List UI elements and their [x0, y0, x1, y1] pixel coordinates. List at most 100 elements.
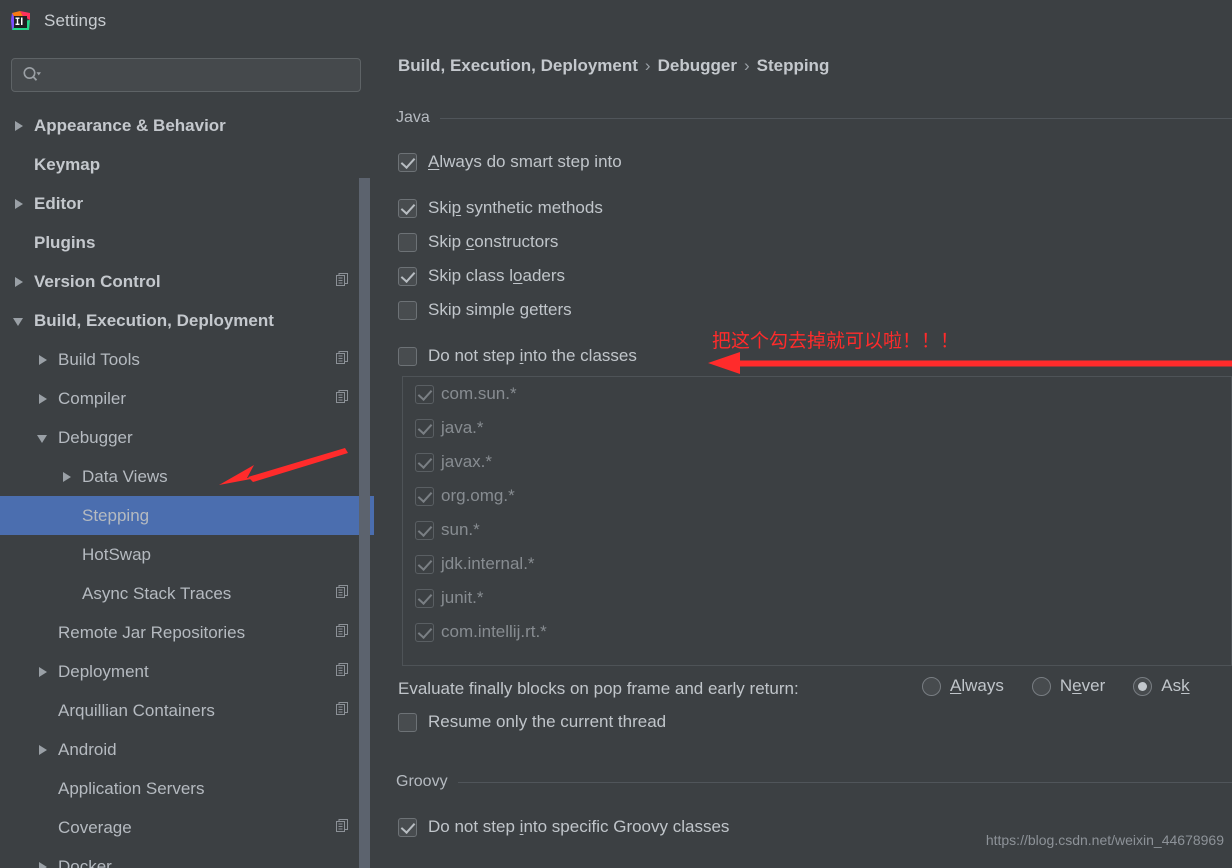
checkbox-box[interactable]: [398, 198, 417, 218]
project-scope-icon: [336, 623, 350, 643]
checkbox-box[interactable]: [415, 486, 434, 506]
chevron-right-icon[interactable]: [36, 859, 52, 868]
chevron-right-icon[interactable]: [36, 664, 52, 680]
search-box[interactable]: [11, 58, 361, 92]
sidebar-item-data-views[interactable]: Data Views: [0, 457, 374, 496]
sidebar-item-editor[interactable]: Editor: [0, 184, 374, 223]
sidebar-item-build-tools[interactable]: Build Tools: [0, 340, 374, 379]
checkbox-groovy-do-not-step-into[interactable]: Do not step into specific Groovy classes: [398, 817, 729, 837]
sidebar-item-coverage[interactable]: Coverage: [0, 808, 374, 847]
sidebar-item-debugger[interactable]: Debugger: [0, 418, 374, 457]
breadcrumb-part-1[interactable]: Build, Execution, Deployment: [398, 56, 638, 75]
sidebar-item-remote-jar-repositories[interactable]: Remote Jar Repositories: [0, 613, 374, 652]
radio-button[interactable]: [1133, 676, 1153, 696]
sidebar-item-label: Async Stack Traces: [82, 583, 232, 603]
radio-ask[interactable]: Ask: [1133, 676, 1190, 696]
sidebar-item-android[interactable]: Android: [0, 730, 374, 769]
sidebar-item-label: HotSwap: [82, 544, 151, 564]
chevron-right-icon[interactable]: [60, 469, 76, 485]
breadcrumb-part-2[interactable]: Debugger: [658, 56, 737, 75]
checkbox-box[interactable]: [398, 232, 417, 252]
checkbox-box[interactable]: [398, 300, 417, 320]
class-filter-row[interactable]: java.*: [403, 411, 1231, 445]
class-filter-list[interactable]: com.sun.* java.* javax.* org.omg.* sun.* jdk.…: [402, 376, 1232, 666]
class-filter-row[interactable]: org.omg.*: [403, 479, 1231, 513]
search-input[interactable]: [42, 67, 360, 83]
checkbox-skip-synthetic-methods[interactable]: Skip synthetic methods: [398, 198, 603, 218]
chevron-right-icon[interactable]: [12, 196, 28, 212]
class-filter-row[interactable]: junit.*: [403, 581, 1231, 615]
sidebar-item-label: Android: [58, 739, 117, 759]
section-title-groovy: Groovy: [396, 773, 448, 790]
checkbox-box[interactable]: [398, 712, 417, 732]
sidebar-item-plugins[interactable]: Plugins: [0, 223, 374, 262]
checkbox-resume-only-current-thread[interactable]: Resume only the current thread: [398, 712, 666, 732]
class-filter-row[interactable]: com.intellij.rt.*: [403, 615, 1231, 649]
checkbox-label: Skip synthetic methods: [428, 198, 603, 217]
chevron-right-icon[interactable]: [36, 352, 52, 368]
radio-never[interactable]: Never: [1031, 676, 1105, 696]
project-scope-icon: [336, 350, 350, 370]
sidebar-item-label: Arquillian Containers: [58, 700, 215, 720]
checkbox-box[interactable]: [398, 817, 417, 837]
section-header-groovy: Groovy: [396, 773, 1232, 791]
checkbox-box[interactable]: [415, 452, 434, 472]
project-scope-icon: [336, 389, 350, 409]
section-title-java: Java: [396, 109, 430, 126]
checkbox-box[interactable]: [398, 152, 417, 172]
project-scope-icon: [336, 662, 350, 682]
sidebar-item-stepping[interactable]: Stepping: [0, 496, 374, 535]
sidebar-item-compiler[interactable]: Compiler: [0, 379, 374, 418]
class-filter-row[interactable]: sun.*: [403, 513, 1231, 547]
radio-always[interactable]: Always: [922, 676, 1004, 696]
sidebar-item-version-control[interactable]: Version Control: [0, 262, 374, 301]
chevron-right-icon[interactable]: [36, 391, 52, 407]
checkbox-skip-simple-getters[interactable]: Skip simple getters: [398, 300, 572, 320]
checkbox-skip-class-loaders[interactable]: Skip class loaders: [398, 266, 565, 286]
checkbox-box[interactable]: [415, 384, 434, 404]
sidebar-item-label: Editor: [34, 193, 84, 213]
window-title-bar: Settings: [0, 0, 1232, 42]
checkbox-box[interactable]: [415, 418, 434, 438]
sidebar-item-keymap[interactable]: Keymap: [0, 145, 374, 184]
sidebar-item-docker[interactable]: Docker: [0, 847, 374, 868]
chevron-down-icon[interactable]: [12, 313, 28, 329]
sidebar-item-async-stack-traces[interactable]: Async Stack Traces: [0, 574, 374, 613]
chevron-down-icon[interactable]: [36, 430, 52, 446]
sidebar-item-label: Deployment: [58, 661, 149, 681]
sidebar-item-label: Version Control: [34, 271, 161, 291]
chevron-right-icon[interactable]: [12, 274, 28, 290]
checkbox-box[interactable]: [415, 520, 434, 540]
checkbox-box[interactable]: [398, 346, 417, 366]
checkbox-box[interactable]: [398, 266, 417, 286]
checkbox-box[interactable]: [415, 554, 434, 574]
sidebar-item-deployment[interactable]: Deployment: [0, 652, 374, 691]
chevron-right-icon[interactable]: [12, 118, 28, 134]
chevron-right-icon[interactable]: [36, 742, 52, 758]
settings-sidebar: Appearance & Behavior Keymap Editor Plugins…: [0, 42, 374, 868]
project-scope-icon: [336, 701, 350, 721]
sidebar-scrollbar-track[interactable]: [359, 110, 372, 868]
checkbox-box[interactable]: [415, 622, 434, 642]
radio-button[interactable]: [1031, 676, 1051, 696]
sidebar-item-arquillian-containers[interactable]: Arquillian Containers: [0, 691, 374, 730]
class-filter-row[interactable]: com.sun.*: [403, 377, 1231, 411]
checkbox-skip-constructors[interactable]: Skip constructors: [398, 232, 558, 252]
class-filter-row[interactable]: jdk.internal.*: [403, 547, 1231, 581]
sidebar-item-label: Appearance & Behavior: [34, 115, 226, 135]
sidebar-item-application-servers[interactable]: Application Servers: [0, 769, 374, 808]
checkbox-do-not-step-into-the-classes[interactable]: Do not step into the classes: [398, 346, 637, 366]
radio-button[interactable]: [922, 676, 941, 696]
class-filter-row[interactable]: javax.*: [403, 445, 1231, 479]
checkbox-box[interactable]: [415, 588, 434, 608]
sidebar-scrollbar-thumb[interactable]: [359, 178, 370, 868]
checkbox-always-smart-step-into[interactable]: Always do smart step into: [398, 152, 622, 172]
settings-tree: Appearance & Behavior Keymap Editor Plugins…: [0, 106, 374, 868]
intellij-idea-logo-icon: [10, 10, 32, 32]
checkbox-label: Skip constructors: [428, 232, 559, 251]
sidebar-item-build-execution-deployment[interactable]: Build, Execution, Deployment: [0, 301, 374, 340]
sidebar-item-hotswap[interactable]: HotSwap: [0, 535, 374, 574]
sidebar-item-appearance-behavior[interactable]: Appearance & Behavior: [0, 106, 374, 145]
